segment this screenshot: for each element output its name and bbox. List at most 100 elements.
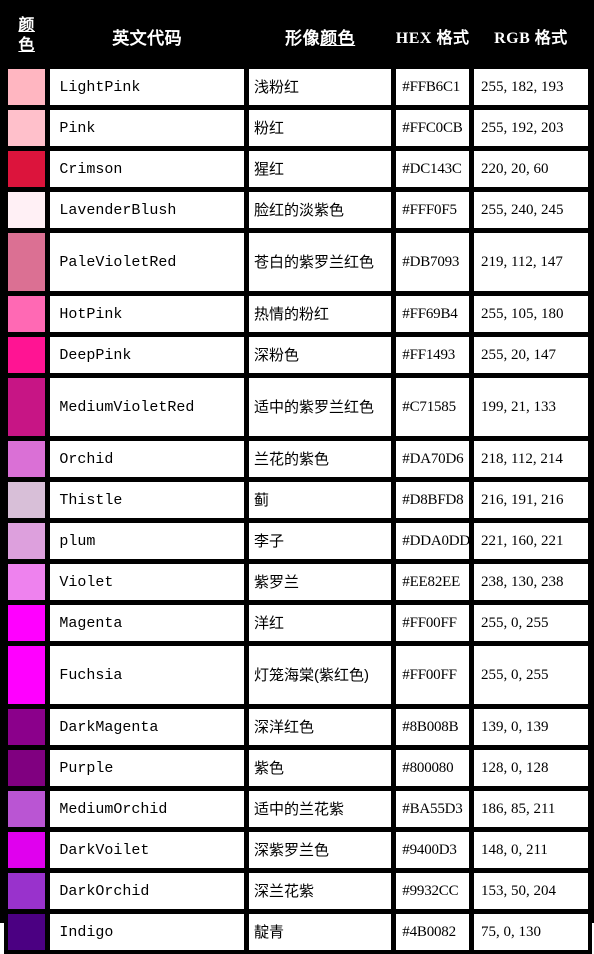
rgb-value-cell: 255, 0, 255	[472, 645, 589, 705]
column-header-image-color-link[interactable]: 颜色	[320, 29, 355, 48]
table-row: Thistle 蓟 #D8BFD8 216, 191, 216	[7, 481, 589, 519]
chinese-name-cell: 脸红的淡紫色	[248, 191, 393, 229]
column-header-swatch: 颜色	[7, 7, 47, 65]
swatch-lightpink	[8, 69, 46, 105]
table-row: Pink 粉红 #FFC0CB 255, 192, 203	[7, 109, 589, 147]
table-row: Indigo 靛青 #4B0082 75, 0, 130	[7, 913, 589, 951]
rgb-value-cell: 216, 191, 216	[472, 481, 589, 519]
swatch-mediumorchid	[8, 791, 46, 827]
color-swatch-cell	[7, 232, 47, 292]
hex-value-cell: #8B008B	[395, 708, 470, 746]
chinese-name-cell: 浅粉红	[248, 68, 393, 106]
english-code-cell: Magenta	[49, 604, 246, 642]
english-code-cell: HotPink	[49, 295, 246, 333]
chinese-name-cell: 兰花的紫色	[248, 440, 393, 478]
swatch-indigo	[8, 914, 46, 950]
chinese-name-cell: 紫色	[248, 749, 393, 787]
swatch-mediumvioletred	[8, 378, 46, 436]
swatch-magenta	[8, 605, 46, 641]
hex-value-cell: #FF1493	[395, 336, 470, 374]
table-row: Crimson 猩红 #DC143C 220, 20, 60	[7, 150, 589, 188]
column-header-image-color-plain: 形像	[285, 28, 321, 48]
column-header-swatch-line2[interactable]: 色	[18, 37, 35, 54]
chinese-name-cell: 洋红	[248, 604, 393, 642]
swatch-lavenderblush	[8, 192, 46, 228]
chinese-name-cell: 适中的兰花紫	[248, 790, 393, 828]
rgb-value-cell: 221, 160, 221	[472, 522, 589, 560]
swatch-darkvoilet	[8, 832, 46, 868]
hex-value-cell: #800080	[395, 749, 470, 787]
table-row: DarkVoilet 深紫罗兰色 #9400D3 148, 0, 211	[7, 831, 589, 869]
rgb-value-cell: 148, 0, 211	[472, 831, 589, 869]
swatch-violet	[8, 564, 46, 600]
rgb-value-cell: 218, 112, 214	[472, 440, 589, 478]
table-row: Orchid 兰花的紫色 #DA70D6 218, 112, 214	[7, 440, 589, 478]
column-header-swatch-line1[interactable]: 颜	[18, 17, 35, 34]
swatch-hotpink	[8, 296, 46, 332]
rgb-value-cell: 75, 0, 130	[472, 913, 589, 951]
color-swatch-cell	[7, 68, 47, 106]
color-swatch-cell	[7, 440, 47, 478]
table-row: Magenta 洋红 #FF00FF 255, 0, 255	[7, 604, 589, 642]
rgb-value-cell: 128, 0, 128	[472, 749, 589, 787]
table-row: Purple 紫色 #800080 128, 0, 128	[7, 749, 589, 787]
english-code-cell: DarkMagenta	[49, 708, 246, 746]
color-swatch-cell	[7, 708, 47, 746]
english-code-cell: Fuchsia	[49, 645, 246, 705]
chinese-name-cell: 粉红	[248, 109, 393, 147]
color-swatch-cell	[7, 295, 47, 333]
hex-value-cell: #D8BFD8	[395, 481, 470, 519]
english-code-cell: Purple	[49, 749, 246, 787]
hex-value-cell: #BA55D3	[395, 790, 470, 828]
table-row: Fuchsia 灯笼海棠(紫红色) #FF00FF 255, 0, 255	[7, 645, 589, 705]
chinese-name-cell: 深紫罗兰色	[248, 831, 393, 869]
color-reference-table-container: 颜色 英文代码 形像颜色 HEX 格式 RGB 格式 LightPink 浅粉红 #…	[0, 0, 594, 954]
swatch-orchid	[8, 441, 46, 477]
rgb-value-cell: 199, 21, 133	[472, 377, 589, 437]
table-row: DeepPink 深粉色 #FF1493 255, 20, 147	[7, 336, 589, 374]
english-code-cell: plum	[49, 522, 246, 560]
chinese-name-cell: 适中的紫罗兰红色	[248, 377, 393, 437]
hex-value-cell: #DDA0DD	[395, 522, 470, 560]
color-reference-table: 颜色 英文代码 形像颜色 HEX 格式 RGB 格式 LightPink 浅粉红 #…	[4, 4, 592, 954]
table-row: plum 李子 #DDA0DD 221, 160, 221	[7, 522, 589, 560]
english-code-cell: MediumVioletRed	[49, 377, 246, 437]
chinese-name-cell: 深兰花紫	[248, 872, 393, 910]
chinese-name-cell: 深洋红色	[248, 708, 393, 746]
rgb-value-cell: 186, 85, 211	[472, 790, 589, 828]
column-header-english-code: 英文代码	[49, 7, 246, 65]
hex-value-cell: #9400D3	[395, 831, 470, 869]
color-swatch-cell	[7, 645, 47, 705]
column-header-hex: HEX 格式	[395, 7, 470, 65]
color-swatch-cell	[7, 604, 47, 642]
table-row: MediumVioletRed 适中的紫罗兰红色 #C71585 199, 21, 1…	[7, 377, 589, 437]
chinese-name-cell: 热情的粉红	[248, 295, 393, 333]
table-row: HotPink 热情的粉红 #FF69B4 255, 105, 180	[7, 295, 589, 333]
english-code-cell: Crimson	[49, 150, 246, 188]
hex-value-cell: #C71585	[395, 377, 470, 437]
chinese-name-cell: 李子	[248, 522, 393, 560]
rgb-value-cell: 255, 20, 147	[472, 336, 589, 374]
rgb-value-cell: 255, 0, 255	[472, 604, 589, 642]
hex-value-cell: #FFF0F5	[395, 191, 470, 229]
color-swatch-cell	[7, 109, 47, 147]
english-code-cell: DarkOrchid	[49, 872, 246, 910]
rgb-value-cell: 255, 192, 203	[472, 109, 589, 147]
english-code-cell: LavenderBlush	[49, 191, 246, 229]
swatch-thistle	[8, 482, 46, 518]
color-swatch-cell	[7, 481, 47, 519]
color-swatch-cell	[7, 749, 47, 787]
hex-value-cell: #FF00FF	[395, 604, 470, 642]
color-swatch-cell	[7, 191, 47, 229]
chinese-name-cell: 紫罗兰	[248, 563, 393, 601]
hex-value-cell: #DB7093	[395, 232, 470, 292]
table-body: LightPink 浅粉红 #FFB6C1 255, 182, 193 Pink 粉红 #F…	[7, 68, 589, 951]
table-row: MediumOrchid 适中的兰花紫 #BA55D3 186, 85, 211	[7, 790, 589, 828]
table-row: LightPink 浅粉红 #FFB6C1 255, 182, 193	[7, 68, 589, 106]
chinese-name-cell: 靛青	[248, 913, 393, 951]
chinese-name-cell: 苍白的紫罗兰红色	[248, 232, 393, 292]
hex-value-cell: #FF69B4	[395, 295, 470, 333]
english-code-cell: Orchid	[49, 440, 246, 478]
hex-value-cell: #4B0082	[395, 913, 470, 951]
table-row: Violet 紫罗兰 #EE82EE 238, 130, 238	[7, 563, 589, 601]
